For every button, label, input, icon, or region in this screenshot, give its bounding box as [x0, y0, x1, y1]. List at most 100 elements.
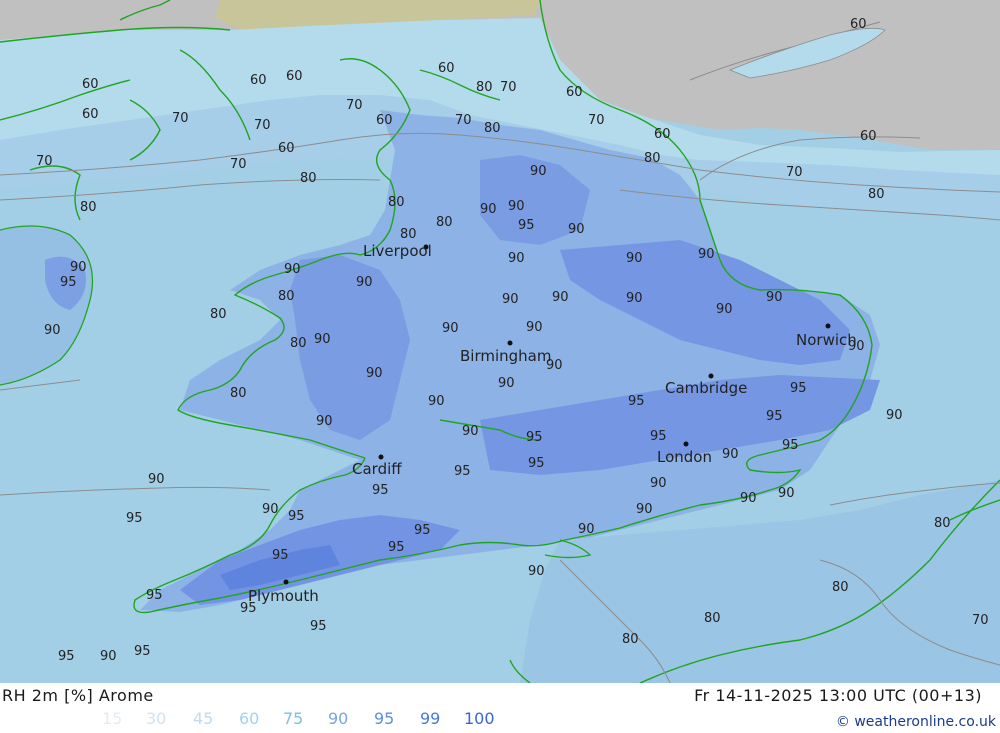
city-dot-london	[683, 441, 689, 447]
contour-label: 90	[428, 394, 445, 409]
legend-value: 90	[328, 709, 349, 728]
contour-label: 95	[518, 218, 535, 233]
contour-label: 90	[508, 199, 525, 214]
map-footer: RH 2m [%] Arome Fr 14-11-2025 13:00 UTC …	[0, 683, 1000, 733]
contour-label: 90	[848, 339, 865, 354]
contour-label: 70	[346, 98, 363, 113]
contour-label: 60	[566, 85, 583, 100]
contour-label: 95	[782, 438, 799, 453]
city-dot-birmingham	[507, 340, 513, 346]
contour-label: 80	[278, 289, 295, 304]
contour-label: 70	[455, 113, 472, 128]
contour-label: 90	[508, 251, 525, 266]
contour-label: 90	[716, 302, 733, 317]
contour-label: 90	[526, 320, 543, 335]
city-dot-cambridge	[708, 373, 714, 379]
contour-label: 80	[832, 580, 849, 595]
contour-label: 95	[414, 523, 431, 538]
contour-label: 95	[650, 429, 667, 444]
contour-label: 60	[438, 61, 455, 76]
contour-label: 70	[172, 111, 189, 126]
contour-label: 90	[366, 366, 383, 381]
contour-label: 95	[240, 601, 257, 616]
map-timestamp: Fr 14-11-2025 13:00 UTC (00+13)	[694, 686, 982, 705]
contour-label: 80	[622, 632, 639, 647]
contour-label: 80	[210, 307, 227, 322]
contour-label: 95	[790, 381, 807, 396]
city-dot-cardiff	[378, 454, 384, 460]
contour-label: 70	[786, 165, 803, 180]
contour-label: 60	[250, 73, 267, 88]
contour-label: 90	[528, 564, 545, 579]
contour-label: 70	[36, 154, 53, 169]
contour-label: 90	[480, 202, 497, 217]
contour-label: 90	[778, 486, 795, 501]
contour-label: 70	[588, 113, 605, 128]
contour-label: 80	[290, 336, 307, 351]
contour-label: 80	[436, 215, 453, 230]
contour-label: 95	[288, 509, 305, 524]
contour-label: 90	[100, 649, 117, 664]
contour-label: 95	[388, 540, 405, 555]
contour-label: 60	[286, 69, 303, 84]
contour-label: 90	[284, 262, 301, 277]
contour-label: 90	[552, 290, 569, 305]
contour-label: 90	[578, 522, 595, 537]
legend-value: 45	[193, 709, 214, 728]
contour-label: 70	[500, 80, 517, 95]
contour-label: 80	[388, 195, 405, 210]
contour-label: 90	[44, 323, 61, 338]
weatheronline-credit-link[interactable]: © weatheronline.co.uk	[836, 714, 996, 730]
contour-label: 90	[626, 291, 643, 306]
contour-label: 90	[766, 290, 783, 305]
contour-label: 90	[316, 414, 333, 429]
city-label-cardiff: Cardiff	[352, 460, 402, 478]
contour-label: 90	[886, 408, 903, 423]
contour-label: 80	[80, 200, 97, 215]
contour-label: 90	[442, 321, 459, 336]
city-dot-norwich	[825, 323, 831, 329]
map-title: RH 2m [%] Arome	[2, 686, 154, 705]
weather-map: Liverpool Birmingham Norwich Cambridge L…	[0, 0, 1000, 684]
contour-label: 90	[636, 502, 653, 517]
contour-label: 95	[310, 619, 327, 634]
contour-label: 80	[476, 80, 493, 95]
contour-label: 90	[626, 251, 643, 266]
contour-label: 95	[272, 548, 289, 563]
city-label-plymouth: Plymouth	[248, 587, 319, 605]
contour-label: 95	[58, 649, 75, 664]
contour-label: 80	[300, 171, 317, 186]
contour-label: 60	[850, 17, 867, 32]
contour-label: 60	[82, 77, 99, 92]
contour-label: 95	[146, 588, 163, 603]
contour-label: 90	[356, 275, 373, 290]
legend-value: 75	[283, 709, 304, 728]
legend-value: 60	[239, 709, 260, 728]
contour-label: 90	[740, 491, 757, 506]
city-label-liverpool: Liverpool	[363, 242, 432, 260]
contour-label: 95	[628, 394, 645, 409]
contour-label: 90	[698, 247, 715, 262]
contour-label: 90	[262, 502, 279, 517]
contour-label: 95	[528, 456, 545, 471]
contour-label: 90	[314, 332, 331, 347]
city-label-london: London	[657, 448, 712, 466]
contour-label: 90	[502, 292, 519, 307]
contour-label: 95	[372, 483, 389, 498]
contour-label: 90	[722, 447, 739, 462]
contour-label: 80	[400, 227, 417, 242]
contour-label: 95	[126, 511, 143, 526]
contour-label: 70	[254, 118, 271, 133]
contour-label: 95	[454, 464, 471, 479]
contour-label: 95	[134, 644, 151, 659]
legend-value: 99	[420, 709, 441, 728]
contour-label: 80	[484, 121, 501, 136]
legend-value: 100	[464, 709, 495, 728]
city-dot-plymouth	[283, 579, 289, 585]
contour-label: 80	[644, 151, 661, 166]
legend-value: 30	[146, 709, 167, 728]
contour-label: 80	[934, 516, 951, 531]
contour-label: 95	[60, 275, 77, 290]
contour-label: 60	[376, 113, 393, 128]
contour-label: 90	[650, 476, 667, 491]
